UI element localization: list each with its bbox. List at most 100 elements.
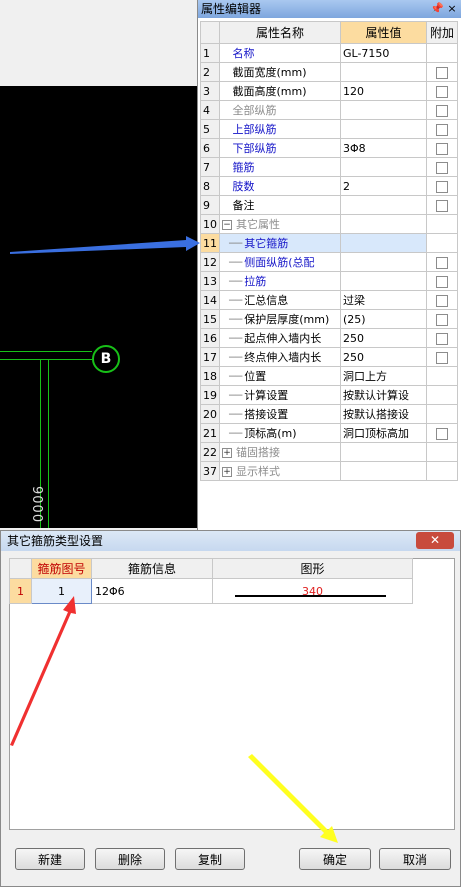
expand-icon[interactable]: + bbox=[222, 467, 232, 477]
property-row[interactable]: 12 ── 侧面纵筋(总配 bbox=[200, 252, 458, 272]
shape-no-cell[interactable]: 1 bbox=[31, 578, 92, 604]
property-row[interactable]: 8 肢数 2 bbox=[200, 176, 458, 196]
extra-checkbox[interactable] bbox=[436, 180, 448, 193]
property-name-cell[interactable]: 箍筋 bbox=[219, 157, 341, 177]
table-row[interactable]: 1 1 12Φ6 340 bbox=[9, 578, 413, 604]
extra-checkbox[interactable] bbox=[436, 66, 448, 79]
column-header-shape[interactable]: 图形 bbox=[212, 558, 413, 579]
property-name-cell[interactable]: + 显示样式 bbox=[219, 461, 341, 481]
extra-checkbox[interactable] bbox=[436, 427, 448, 440]
property-name-cell[interactable]: ── 拉筋 bbox=[219, 271, 341, 291]
property-row[interactable]: 10− 其它属性 bbox=[200, 214, 458, 234]
property-value-cell[interactable]: 按默认计算设 bbox=[340, 385, 427, 405]
property-value-cell[interactable]: 3Φ8 bbox=[340, 138, 427, 158]
property-row[interactable]: 16 ── 起点伸入墙内长 250 bbox=[200, 328, 458, 348]
property-name-cell[interactable]: ── 侧面纵筋(总配 bbox=[219, 252, 341, 272]
property-value-cell[interactable] bbox=[340, 461, 427, 481]
property-name-cell[interactable]: 截面高度(mm) bbox=[219, 81, 341, 101]
property-name-cell[interactable]: ── 其它箍筋 bbox=[219, 233, 341, 253]
info-cell[interactable]: 12Φ6 bbox=[91, 578, 213, 604]
extra-checkbox[interactable] bbox=[436, 332, 448, 345]
property-row[interactable]: 5 上部纵筋 bbox=[200, 119, 458, 139]
property-value-cell[interactable] bbox=[340, 195, 427, 215]
property-value-cell[interactable] bbox=[340, 62, 427, 82]
property-row[interactable]: 11 ── 其它箍筋 bbox=[200, 233, 458, 253]
property-value-cell[interactable]: 250 bbox=[340, 328, 427, 348]
column-header-name[interactable]: 属性名称 bbox=[219, 21, 341, 44]
property-value-cell[interactable]: 洞口上方 bbox=[340, 366, 427, 386]
property-value-cell[interactable] bbox=[340, 119, 427, 139]
property-row[interactable]: 7 箍筋 bbox=[200, 157, 458, 177]
extra-checkbox[interactable] bbox=[436, 313, 448, 326]
extra-checkbox[interactable] bbox=[436, 275, 448, 288]
property-value-cell[interactable] bbox=[340, 233, 427, 253]
delete-button[interactable]: 删除 bbox=[95, 848, 165, 870]
column-header-value[interactable]: 属性值 bbox=[340, 21, 427, 44]
property-row[interactable]: 14 ── 汇总信息 过梁 bbox=[200, 290, 458, 310]
extra-checkbox[interactable] bbox=[436, 199, 448, 212]
property-value-cell[interactable] bbox=[340, 271, 427, 291]
extra-checkbox[interactable] bbox=[436, 351, 448, 364]
copy-button[interactable]: 复制 bbox=[175, 848, 245, 870]
property-row[interactable]: 4 全部纵筋 bbox=[200, 100, 458, 120]
property-name-cell[interactable]: ── 搭接设置 bbox=[219, 404, 341, 424]
cad-canvas[interactable]: B 9000 bbox=[0, 86, 197, 528]
property-value-cell[interactable]: 过梁 bbox=[340, 290, 427, 310]
property-row[interactable]: 9 备注 bbox=[200, 195, 458, 215]
column-header-shape-no[interactable]: 箍筋图号 bbox=[31, 558, 92, 579]
property-row[interactable]: 18 ── 位置 洞口上方 bbox=[200, 366, 458, 386]
property-value-cell[interactable] bbox=[340, 157, 427, 177]
property-row[interactable]: 21 ── 顶标高(m) 洞口顶标高加 bbox=[200, 423, 458, 443]
property-row[interactable]: 3 截面高度(mm) 120 bbox=[200, 81, 458, 101]
extra-checkbox[interactable] bbox=[436, 256, 448, 269]
property-row[interactable]: 1 名称 GL-7150 bbox=[200, 43, 458, 63]
property-value-cell[interactable]: (25) bbox=[340, 309, 427, 329]
property-row[interactable]: 15 ── 保护层厚度(mm) (25) bbox=[200, 309, 458, 329]
property-value-cell[interactable]: GL-7150 bbox=[340, 43, 427, 63]
property-name-cell[interactable]: ── 保护层厚度(mm) bbox=[219, 309, 341, 329]
property-value-cell[interactable]: 按默认搭接设 bbox=[340, 404, 427, 424]
property-row[interactable]: 37 + 显示样式 bbox=[200, 461, 458, 481]
property-value-cell[interactable]: 2 bbox=[340, 176, 427, 196]
property-row[interactable]: 22 + 锚固搭接 bbox=[200, 442, 458, 462]
property-name-cell[interactable]: − 其它属性 bbox=[219, 214, 341, 234]
axis-bubble-b[interactable]: B bbox=[92, 345, 120, 373]
ok-button[interactable]: 确定 bbox=[299, 848, 371, 870]
property-row[interactable]: 20 ── 搭接设置 按默认搭接设 bbox=[200, 404, 458, 424]
property-value-cell[interactable] bbox=[340, 214, 427, 234]
extra-checkbox[interactable] bbox=[436, 123, 448, 136]
property-value-cell[interactable] bbox=[340, 100, 427, 120]
extra-checkbox[interactable] bbox=[436, 142, 448, 155]
property-name-cell[interactable]: + 锚固搭接 bbox=[219, 442, 341, 462]
property-name-cell[interactable]: ── 顶标高(m) bbox=[219, 423, 341, 443]
cancel-button[interactable]: 取消 bbox=[379, 848, 451, 870]
property-row[interactable]: 17 ── 终点伸入墙内长 250 bbox=[200, 347, 458, 367]
property-name-cell[interactable]: ── 终点伸入墙内长 bbox=[219, 347, 341, 367]
property-value-cell[interactable] bbox=[340, 442, 427, 462]
property-row[interactable]: 19 ── 计算设置 按默认计算设 bbox=[200, 385, 458, 405]
property-name-cell[interactable]: 全部纵筋 bbox=[219, 100, 341, 120]
property-name-cell[interactable]: 截面宽度(mm) bbox=[219, 62, 341, 82]
property-row[interactable]: 13 ── 拉筋 bbox=[200, 271, 458, 291]
column-header-info[interactable]: 箍筋信息 bbox=[91, 558, 213, 579]
property-value-cell[interactable]: 洞口顶标高加 bbox=[340, 423, 427, 443]
extra-checkbox[interactable] bbox=[436, 161, 448, 174]
property-name-cell[interactable]: ── 位置 bbox=[219, 366, 341, 386]
property-name-cell[interactable]: ── 起点伸入墙内长 bbox=[219, 328, 341, 348]
property-value-cell[interactable] bbox=[340, 252, 427, 272]
property-name-cell[interactable]: 备注 bbox=[219, 195, 341, 215]
extra-checkbox[interactable] bbox=[436, 104, 448, 117]
property-name-cell[interactable]: ── 汇总信息 bbox=[219, 290, 341, 310]
property-name-cell[interactable]: 名称 bbox=[219, 43, 341, 63]
property-name-cell[interactable]: 上部纵筋 bbox=[219, 119, 341, 139]
collapse-icon[interactable]: − bbox=[222, 220, 232, 230]
property-name-cell[interactable]: 肢数 bbox=[219, 176, 341, 196]
dialog-close-button[interactable]: ✕ bbox=[416, 532, 454, 549]
property-value-cell[interactable]: 250 bbox=[340, 347, 427, 367]
column-header-extra[interactable]: 附加 bbox=[426, 21, 458, 44]
property-name-cell[interactable]: ── 计算设置 bbox=[219, 385, 341, 405]
extra-checkbox[interactable] bbox=[436, 294, 448, 307]
shape-cell[interactable]: 340 bbox=[212, 578, 413, 604]
property-name-cell[interactable]: 下部纵筋 bbox=[219, 138, 341, 158]
new-button[interactable]: 新建 bbox=[15, 848, 85, 870]
